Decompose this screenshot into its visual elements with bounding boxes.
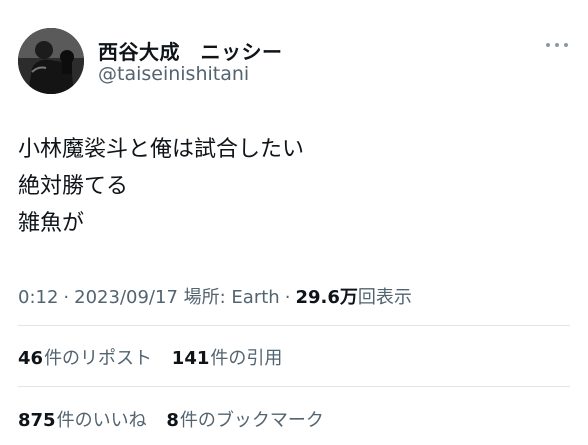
bookmarks-count: 8 <box>166 410 179 431</box>
reposts-count: 46 <box>18 348 44 369</box>
meta-separator: · <box>63 287 70 308</box>
display-name[interactable]: 西谷大成 ニッシー <box>98 36 283 65</box>
more-horizontal-icon[interactable] <box>546 40 568 50</box>
meta-separator: · <box>284 287 291 308</box>
divider <box>18 386 570 387</box>
likes-label: 件のいいね <box>56 410 147 431</box>
tweet-line: 絶対勝てる <box>18 174 129 199</box>
quotes-stat[interactable]: 141件の引用 <box>172 344 283 370</box>
user-handle[interactable]: @taiseinishitani <box>98 63 249 85</box>
tweet-location: 場所: Earth <box>183 287 280 308</box>
avatar[interactable] <box>18 28 84 94</box>
views-count[interactable]: 29.6万 <box>295 287 357 308</box>
tweet-line: 雑魚が <box>18 211 85 236</box>
reposts-stat[interactable]: 46件のリポスト <box>18 344 152 370</box>
engagement-row-1: 46件のリポスト 141件の引用 <box>18 344 296 370</box>
tweet-text: 小林魔裟斗と俺は試合したい 絶対勝てる 雑魚が <box>18 131 568 242</box>
tweet-time[interactable]: 0:12 <box>18 287 58 308</box>
likes-count: 875 <box>18 410 56 431</box>
divider <box>18 325 570 326</box>
tweet-header: 西谷大成 ニッシー @taiseinishitani <box>0 0 588 100</box>
quotes-label: 件の引用 <box>210 348 283 369</box>
tweet-line: 小林魔裟斗と俺は試合したい <box>18 137 305 162</box>
views-label[interactable]: 回表示 <box>358 287 412 308</box>
tweet-metadata: 0:12 · 2023/09/17 場所: Earth · 29.6万回表示 <box>18 283 412 309</box>
reposts-label: 件のリポスト <box>44 348 153 369</box>
quotes-count: 141 <box>171 348 210 369</box>
bookmarks-stat[interactable]: 8件のブックマーク <box>166 406 324 432</box>
bookmarks-label: 件のブックマーク <box>179 410 324 431</box>
tweet-date[interactable]: 2023/09/17 <box>74 287 178 308</box>
likes-stat[interactable]: 875件のいいね <box>18 406 147 432</box>
engagement-row-2: 875件のいいね 8件のブックマーク <box>18 406 338 432</box>
avatar-photo <box>18 28 84 94</box>
